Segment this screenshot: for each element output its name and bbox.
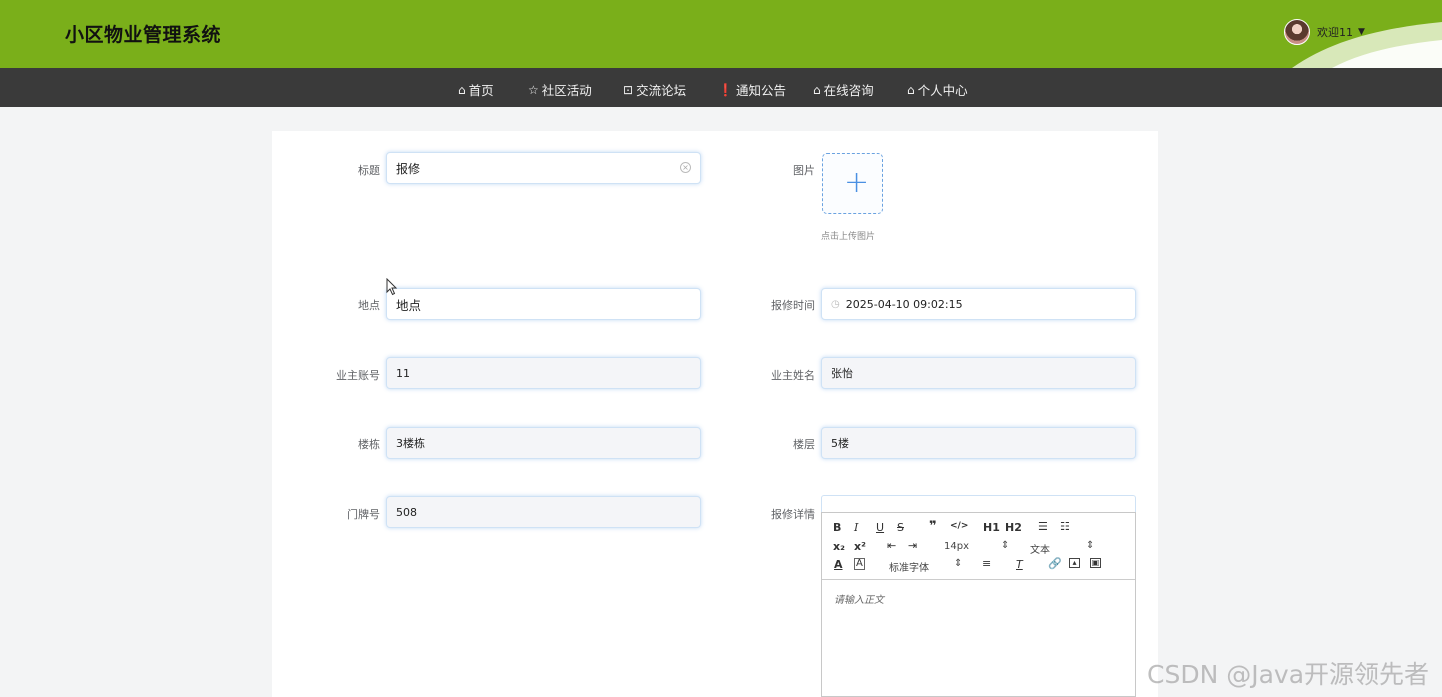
video-icon[interactable]: ▣ (1090, 558, 1101, 568)
building-label: 楼栋 (358, 438, 380, 451)
floor-label: 楼层 (793, 438, 815, 451)
nav-item-forum[interactable]: ⊡ 交流论坛 (623, 80, 686, 99)
home-icon: ⌂ (813, 82, 821, 97)
italic-icon[interactable]: I (854, 521, 858, 534)
repair-time-picker[interactable]: ◷ 2025-04-10 09:02:15 (821, 288, 1136, 320)
blockquote-icon[interactable]: ❞ (929, 519, 937, 534)
upload-hint: 点击上传图片 (821, 232, 876, 242)
rich-text-editor[interactable]: B I U S ❞ </> H1 H2 ☰ ☷ x₂ x² ⇤ ⇥ 14px ⇕… (821, 512, 1136, 697)
owner-name-value: 张怡 (831, 367, 853, 380)
watermark: CSDN @Java开源领先者 (1147, 660, 1430, 689)
top-header: 小区物业管理系统 欢迎11 ▼ (0, 0, 1442, 68)
mouse-cursor-icon (386, 278, 398, 296)
subscript-icon[interactable]: x₂ (833, 540, 845, 553)
select-arrows-icon[interactable]: ⇕ (954, 558, 962, 569)
font-family-select[interactable]: 标准字体 (889, 559, 929, 574)
location-input[interactable]: 地点 (386, 288, 701, 320)
nav-item-community-activity[interactable]: ☆ 社区活动 (528, 80, 592, 99)
building-value: 3楼栋 (396, 437, 425, 450)
text-type-select[interactable]: 文本 (1030, 541, 1050, 556)
nav-label: 个人中心 (917, 83, 968, 98)
image-label: 图片 (793, 164, 815, 177)
image-icon[interactable]: ▴ (1069, 558, 1080, 568)
repair-time-value: 2025-04-10 09:02:15 (845, 297, 963, 311)
caret-down-icon[interactable]: ▼ (1358, 27, 1365, 37)
title-label: 标题 (358, 164, 380, 177)
floor-input: 5楼 (821, 427, 1136, 459)
info-icon: ❗ (718, 82, 733, 97)
owner-name-input: 张怡 (821, 357, 1136, 389)
title-input[interactable]: 报修 × (386, 152, 701, 184)
door-number-label: 门牌号 (347, 508, 380, 521)
nav-item-notices[interactable]: ❗ 通知公告 (718, 80, 786, 99)
home-icon: ⌂ (458, 82, 466, 97)
star-icon: ☆ (528, 82, 539, 97)
outdent-icon[interactable]: ⇤ (887, 539, 896, 552)
plus-icon: + (844, 165, 870, 200)
nav-label: 社区活动 (541, 83, 592, 98)
underline-icon[interactable]: U (876, 521, 884, 534)
title-value: 报修 (396, 161, 421, 176)
owner-account-input: 11 (386, 357, 701, 389)
heading2-icon[interactable]: H2 (1005, 521, 1022, 534)
bag-icon: ⊡ (623, 82, 634, 97)
image-upload-button[interactable]: + (822, 153, 883, 214)
location-value: 地点 (396, 297, 422, 313)
nav-label: 在线咨询 (823, 83, 874, 98)
strikethrough-icon[interactable]: S (897, 521, 904, 534)
select-arrows-icon[interactable]: ⇕ (1001, 540, 1009, 551)
ordered-list-icon[interactable]: ☰ (1038, 520, 1048, 533)
bold-icon[interactable]: B (833, 521, 841, 534)
heading1-icon[interactable]: H1 (983, 521, 1000, 534)
repair-form-card: 标题 报修 × 图片 + 点击上传图片 地点 地点 报修时间 ◷ 2025-04… (272, 131, 1158, 697)
background-color-icon[interactable]: A (854, 558, 865, 570)
door-number-value: 508 (396, 505, 417, 519)
floor-value: 5楼 (831, 437, 849, 450)
bullet-list-icon[interactable]: ☷ (1060, 520, 1070, 533)
owner-account-value: 11 (396, 366, 410, 380)
nav-item-personal-center[interactable]: ⌂ 个人中心 (907, 80, 968, 99)
link-icon[interactable]: 🔗 (1048, 557, 1062, 570)
home-icon: ⌂ (907, 82, 915, 97)
editor-toolbar: B I U S ❞ </> H1 H2 ☰ ☷ x₂ x² ⇤ ⇥ 14px ⇕… (822, 513, 1135, 580)
door-number-input: 508 (386, 496, 701, 528)
nav-item-consult[interactable]: ⌂ 在线咨询 (813, 80, 874, 99)
superscript-icon[interactable]: x² (854, 540, 866, 553)
nav-label: 首页 (468, 83, 494, 98)
clear-icon[interactable]: × (680, 162, 691, 173)
repair-time-label: 报修时间 (771, 299, 815, 312)
building-input: 3楼栋 (386, 427, 701, 459)
owner-name-label: 业主姓名 (771, 369, 815, 382)
nav-label: 通知公告 (735, 83, 786, 98)
clock-icon: ◷ (831, 298, 840, 310)
owner-account-label: 业主账号 (336, 369, 380, 382)
select-arrows-icon[interactable]: ⇕ (1086, 540, 1094, 551)
user-menu[interactable]: 欢迎11 ▼ (1284, 19, 1365, 45)
indent-icon[interactable]: ⇥ (908, 539, 917, 552)
align-icon[interactable]: ≡ (982, 557, 991, 570)
nav-item-home[interactable]: ⌂ 首页 (458, 80, 494, 99)
welcome-text[interactable]: 欢迎11 (1317, 24, 1353, 40)
user-avatar[interactable] (1284, 19, 1310, 45)
details-label: 报修详情 (771, 508, 815, 521)
code-icon[interactable]: </> (950, 521, 968, 531)
location-label: 地点 (358, 299, 380, 312)
nav-label: 交流论坛 (636, 83, 687, 98)
editor-placeholder[interactable]: 请输入正文 (834, 591, 884, 606)
app-title: 小区物业管理系统 (65, 24, 222, 46)
clear-format-icon[interactable]: T (1016, 558, 1023, 571)
font-color-icon[interactable]: A (834, 558, 843, 571)
main-nav: ⌂ 首页 ☆ 社区活动 ⊡ 交流论坛 ❗ 通知公告 ⌂ 在线咨询 ⌂ 个人中心 (0, 68, 1442, 107)
font-size-select[interactable]: 14px (944, 541, 969, 552)
editor-focus-frame (821, 495, 1136, 513)
